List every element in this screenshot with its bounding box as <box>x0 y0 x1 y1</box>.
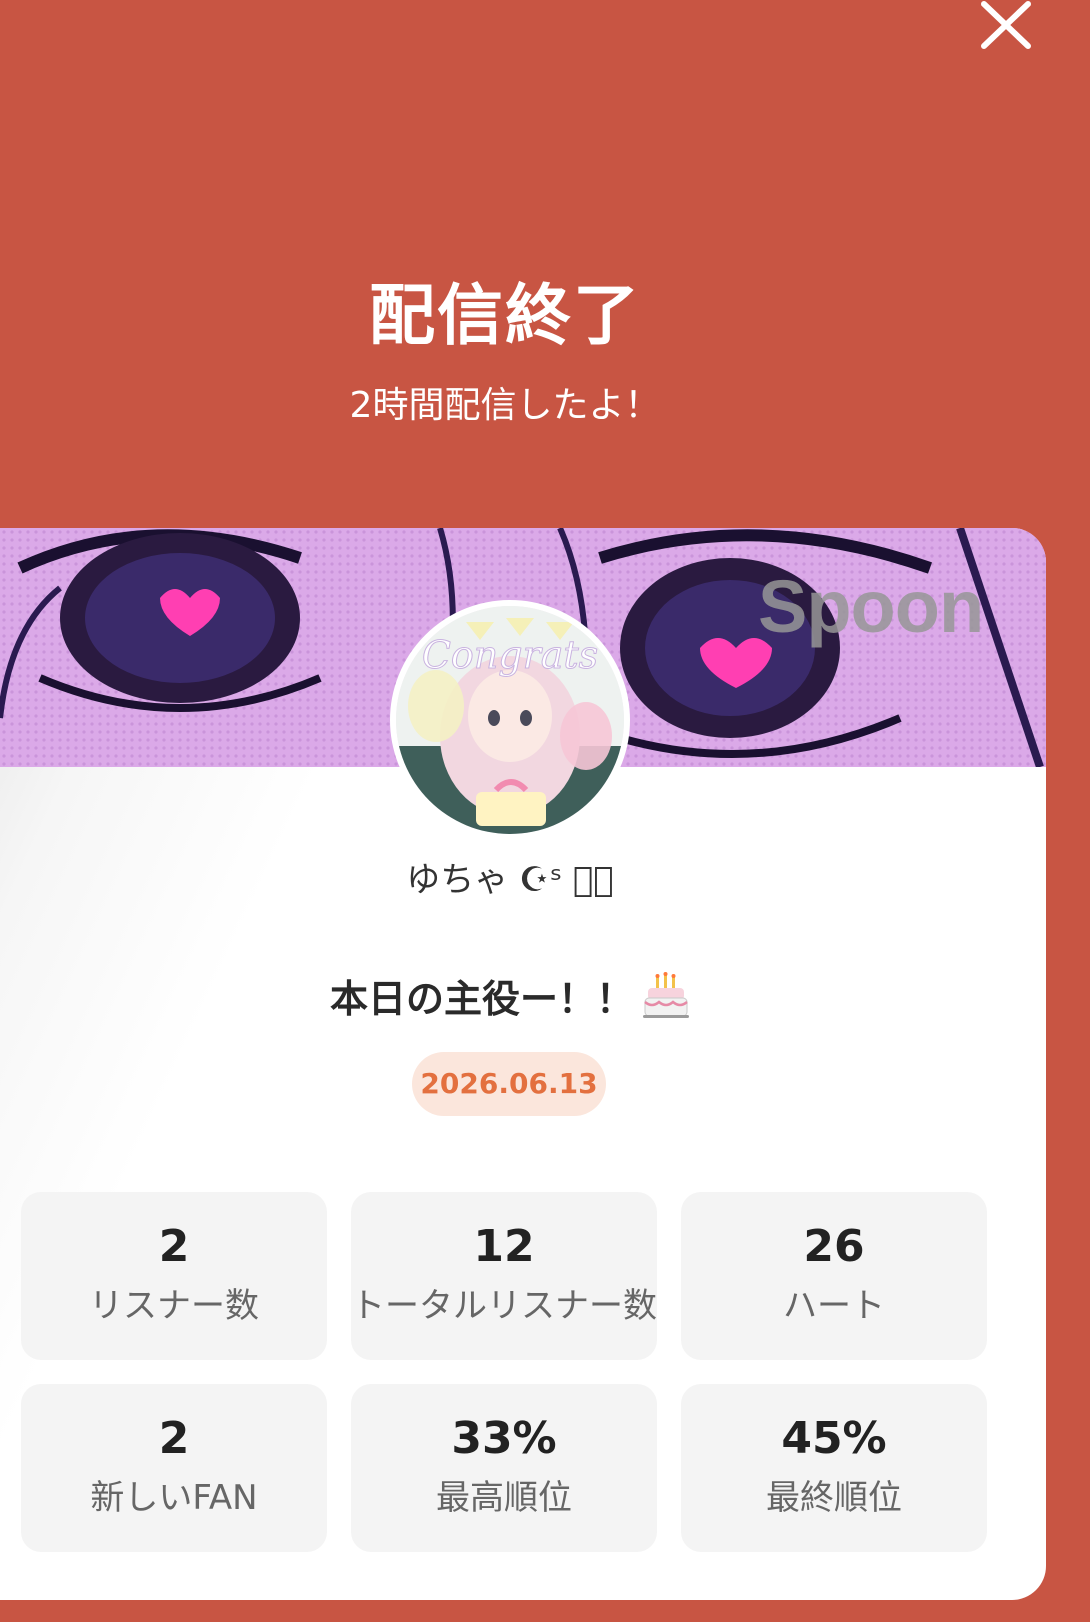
cake-icon <box>642 972 690 1020</box>
stat-value: 26 <box>803 1221 865 1272</box>
stat-hearts: 26 ハート <box>681 1192 987 1360</box>
stat-label: ハート <box>783 1286 885 1326</box>
summary-card: Spoon Congrats ゆちゃ ☪ˢ ༄ͯ 本日の主役ー！！ 2026.0… <box>0 528 1046 1600</box>
svg-text:Congrats: Congrats <box>422 633 598 677</box>
broadcast-title: 本日の主役ー！！ <box>0 968 1020 1023</box>
stat-value: 45% <box>781 1413 887 1464</box>
stat-value: 12 <box>473 1221 535 1272</box>
avatar[interactable]: Congrats <box>390 600 630 840</box>
stat-label: 最終順位 <box>766 1478 902 1518</box>
stat-value: 33% <box>451 1413 557 1464</box>
spoon-logo: Spoon <box>758 565 984 648</box>
page-title: 配信終了 <box>369 277 641 354</box>
stat-value: 2 <box>158 1221 190 1272</box>
stats-grid: 2 リスナー数 12 トータルリスナー数 26 ハート 2 新しいFAN 33%… <box>21 1192 989 1552</box>
username: ゆちゃ ☪ˢ ༄ͯ <box>406 860 614 900</box>
broadcast-duration: 2時間配信したよ！ <box>349 385 661 426</box>
broadcast-title-text: 本日の主役ー！！ <box>329 977 634 1021</box>
stat-label: 新しいFAN <box>90 1478 258 1518</box>
stat-highest-rank: 33% 最高順位 <box>351 1384 657 1552</box>
stat-label: リスナー数 <box>89 1286 259 1326</box>
stat-final-rank: 45% 最終順位 <box>681 1384 987 1552</box>
stat-label: トータルリスナー数 <box>351 1286 657 1326</box>
stat-listeners: 2 リスナー数 <box>21 1192 327 1360</box>
close-button[interactable] <box>978 0 1040 54</box>
stat-value: 2 <box>158 1413 190 1464</box>
stat-total-listeners: 12 トータルリスナー数 <box>351 1192 657 1360</box>
broadcast-date: 2026.06.13 <box>412 1052 606 1116</box>
stat-new-fans: 2 新しいFAN <box>21 1384 327 1552</box>
stat-label: 最高順位 <box>436 1478 572 1518</box>
close-icon <box>981 1 1031 49</box>
